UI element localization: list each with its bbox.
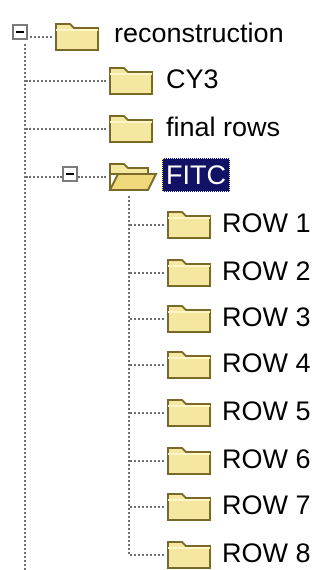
tree-line-row-7 — [130, 506, 164, 508]
folder-icon — [166, 206, 212, 240]
tree-node-row-5[interactable]: ROW 5 — [218, 394, 315, 428]
tree-line-row-1 — [130, 224, 164, 226]
folder-icon — [166, 346, 212, 380]
folder-tree: reconstruction CY3 final rows FITC ROW 1 — [0, 0, 326, 570]
folder-icon — [108, 110, 154, 144]
tree-line-cy3 — [26, 80, 106, 82]
tree-node-cy3[interactable]: CY3 — [162, 62, 223, 96]
tree-node-row-8[interactable]: ROW 8 — [218, 536, 315, 570]
tree-line-root-toggle — [30, 36, 52, 38]
tree-line-row-3 — [130, 318, 164, 320]
collapse-toggle-fitc[interactable] — [62, 166, 78, 182]
tree-line-row-6 — [130, 460, 164, 462]
tree-line-final-rows — [26, 128, 106, 130]
tree-line-fitc — [78, 176, 106, 178]
collapse-toggle-reconstruction[interactable] — [12, 24, 28, 40]
tree-node-row-7[interactable]: ROW 7 — [218, 488, 315, 522]
tree-line-row-2 — [130, 272, 164, 274]
tree-node-row-2[interactable]: ROW 2 — [218, 254, 315, 288]
tree-node-row-6[interactable]: ROW 6 — [218, 442, 315, 476]
folder-icon — [166, 394, 212, 428]
folder-icon — [166, 442, 212, 476]
tree-node-reconstruction[interactable]: reconstruction — [110, 16, 288, 50]
tree-line-row-5 — [130, 412, 164, 414]
folder-icon — [108, 62, 154, 96]
folder-icon — [166, 254, 212, 288]
tree-line-fitc-vertical — [128, 196, 130, 554]
tree-node-row-1[interactable]: ROW 1 — [218, 206, 315, 240]
tree-line-root-vertical — [24, 44, 26, 570]
folder-icon — [54, 18, 100, 52]
tree-node-row-4[interactable]: ROW 4 — [218, 346, 315, 380]
tree-node-row-3[interactable]: ROW 3 — [218, 300, 315, 334]
tree-node-fitc[interactable]: FITC — [162, 158, 230, 192]
folder-open-icon — [108, 158, 158, 192]
tree-line-fitc-toggle — [26, 176, 62, 178]
folder-icon — [166, 488, 212, 522]
folder-icon — [166, 300, 212, 334]
tree-node-final-rows[interactable]: final rows — [162, 110, 284, 144]
folder-icon — [166, 536, 212, 570]
tree-line-row-8 — [130, 554, 164, 556]
tree-line-row-4 — [130, 364, 164, 366]
